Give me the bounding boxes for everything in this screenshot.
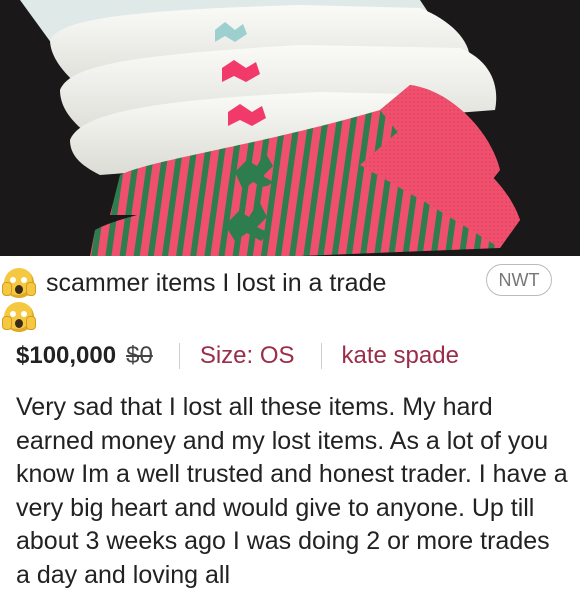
listing-description: Very sad that I lost all these items. My… <box>16 393 568 589</box>
listing-title: scammer items I lost in a trade <box>46 269 387 297</box>
price-size-brand-row: $100,000 $0 Size: OS kate spade <box>16 341 459 371</box>
listing-price: $100,000 <box>16 342 117 369</box>
size-link[interactable]: Size: OS <box>200 342 295 370</box>
brand-link[interactable]: kate spade <box>342 342 459 370</box>
screaming-face-icon <box>2 268 36 298</box>
divider <box>320 343 322 369</box>
original-price: $0 <box>126 342 153 369</box>
screaming-face-icon <box>2 302 36 332</box>
listing-details: scammer items I lost in a trade NWT $100… <box>0 256 580 589</box>
socks-image <box>0 0 580 256</box>
condition-badge: NWT <box>486 264 552 296</box>
divider <box>178 343 180 369</box>
listing-photo[interactable] <box>0 0 580 256</box>
